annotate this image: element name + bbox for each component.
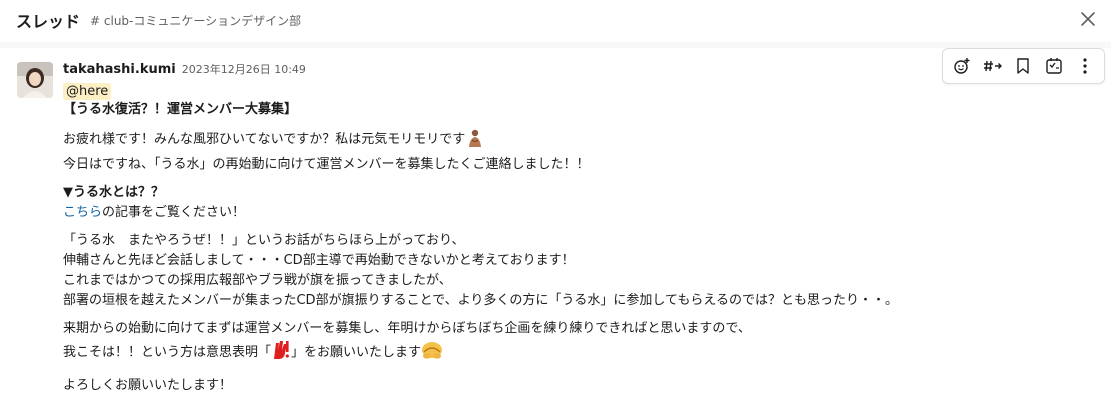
mention-here[interactable]: @here — [63, 83, 112, 100]
message-line: こちらの記事をご覧ください！ — [63, 205, 246, 220]
raise-hand-emoji-icon — [271, 339, 291, 368]
section-title: ▼うる水とは？？ — [63, 185, 164, 200]
bowing-emoji-icon — [421, 339, 443, 368]
message-line: 我こそは！！という方は意思表明「 」をお願いいたします — [63, 339, 1083, 368]
channel-name[interactable]: # club-コミュニケーションデザイン部 — [90, 12, 301, 29]
article-link[interactable]: こちら — [63, 205, 102, 220]
message-line: 部署の垣根を越えたメンバーが集まったCD部が旗振りすることで、より多くの方に「う… — [63, 293, 898, 308]
muscle-emoji-icon — [465, 128, 485, 155]
message-line: お疲れ様です！みんな風邪ひいてないですか？私は元気モリモリです — [63, 128, 1083, 155]
close-icon[interactable] — [1075, 6, 1101, 32]
message-line: 今日はですね、「うる水」の再始動に向けて運営メンバーを募集したくご連絡しました！… — [63, 157, 590, 172]
divider — [0, 42, 1111, 48]
avatar[interactable] — [17, 62, 53, 98]
message-line: 伸輔さんと先ほど会話しまして・・・CD部主導で再始動できないかと考えております！ — [63, 253, 575, 268]
message-heading: 【うる水復活？！運営メンバー大募集】 — [63, 102, 298, 117]
message-line: よろしくお願いいたします！ — [63, 378, 233, 393]
thread-panel: takahashi.kumi 2023年12月26日 10:49 @here 【… — [0, 42, 1111, 408]
message: takahashi.kumi 2023年12月26日 10:49 @here 【… — [63, 61, 1083, 396]
author-name[interactable]: takahashi.kumi — [63, 62, 176, 77]
message-line: これまではかつての採用広報部やブラ戦が旗を振ってきましたが、 — [63, 273, 452, 288]
message-line: 「うる水 またやろうぜ！！」というお話がちらほら上がっており、 — [63, 233, 465, 248]
message-line: 来期からの始動に向けてまずは運営メンバーを募集し、年明けからぼちぼち企画を練り練… — [63, 321, 751, 336]
thread-title: スレッド — [16, 12, 81, 31]
timestamp[interactable]: 2023年12月26日 10:49 — [182, 61, 306, 77]
thread-header: スレッド # club-コミュニケーションデザイン部 — [0, 0, 1111, 40]
